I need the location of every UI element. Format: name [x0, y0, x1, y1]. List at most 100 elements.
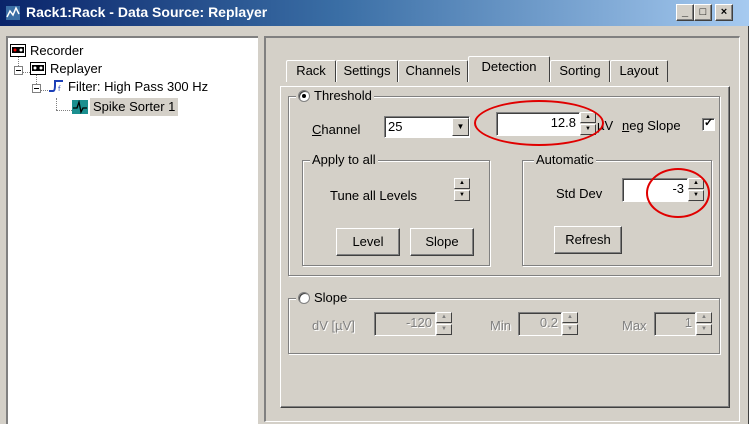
- collapse-icon[interactable]: [14, 66, 23, 75]
- dv-label: dV [µV]: [312, 318, 355, 333]
- spin-down-button[interactable]: ▼: [454, 190, 470, 201]
- tab-channels[interactable]: Channels: [398, 60, 468, 82]
- tune-all-levels-label: Tune all Levels: [330, 188, 417, 203]
- dv-input[interactable]: -120: [374, 312, 436, 336]
- min-label: Min: [490, 318, 511, 333]
- spin-down-button[interactable]: ▼: [436, 324, 452, 335]
- svg-text:f: f: [58, 85, 61, 93]
- neg-slope-checkbox[interactable]: ✓: [702, 117, 715, 131]
- tree-item-recorder[interactable]: Recorder: [8, 42, 248, 60]
- std-dev-value: -3: [672, 181, 684, 196]
- arrow-up-icon: ▲: [459, 180, 465, 186]
- dv-spinner[interactable]: ▲ ▼: [436, 312, 452, 336]
- arrow-down-icon: ▼: [701, 326, 707, 332]
- slope-button-label: Slope: [425, 234, 459, 249]
- tab-label: Rack: [296, 63, 326, 78]
- title-bar[interactable]: Rack1:Rack - Data Source: Replayer _ □ ×: [0, 0, 749, 26]
- arrow-up-icon: ▲: [701, 314, 707, 320]
- arrow-down-icon: ▼: [693, 192, 699, 198]
- refresh-button[interactable]: Refresh: [554, 226, 622, 254]
- spin-up-button[interactable]: ▲: [696, 312, 712, 323]
- spin-down-button[interactable]: ▼: [696, 324, 712, 335]
- dv-value: -120: [405, 315, 432, 330]
- tune-all-levels-spinner[interactable]: ▲ ▼: [454, 178, 470, 202]
- chevron-down-icon: ▼: [456, 122, 465, 131]
- tree-item-replayer[interactable]: Replayer: [8, 60, 248, 78]
- minimize-button[interactable]: _: [676, 4, 694, 21]
- channel-value: 25: [388, 119, 403, 134]
- std-dev-spinner[interactable]: ▲ ▼: [688, 178, 704, 202]
- tab-label: Channels: [405, 63, 461, 78]
- tree-item-filter[interactable]: f Filter: High Pass 300 Hz: [8, 78, 252, 96]
- spin-down-button[interactable]: ▼: [688, 190, 704, 201]
- threshold-title[interactable]: Threshold: [296, 88, 374, 103]
- spin-down-button[interactable]: ▼: [580, 124, 596, 135]
- spin-up-button[interactable]: ▲: [688, 178, 704, 189]
- arrow-up-icon: ▲: [693, 180, 699, 186]
- min-value: 0.2: [539, 315, 558, 330]
- tree-item-label: Replayer: [50, 61, 103, 76]
- tab-label: Sorting: [559, 63, 601, 78]
- channel-label-text: hannel: [321, 122, 361, 137]
- app-window: Rack1:Rack - Data Source: Replayer _ □ ×…: [0, 0, 749, 424]
- std-dev-label: Std Dev: [556, 186, 603, 201]
- app-icon: [6, 6, 20, 20]
- slope-button[interactable]: Slope: [410, 228, 474, 256]
- replayer-icon: [30, 62, 46, 75]
- level-button[interactable]: Level: [336, 228, 400, 256]
- maximize-button[interactable]: □: [694, 4, 712, 21]
- threshold-level-input[interactable]: 12.8: [496, 112, 580, 136]
- neg-slope-label: neg Slope: [622, 118, 681, 133]
- threshold-radio-label: Threshold: [314, 88, 372, 103]
- threshold-radio[interactable]: [298, 90, 310, 102]
- collapse-icon[interactable]: [32, 84, 41, 93]
- tab-rack[interactable]: Rack: [286, 60, 336, 82]
- slope-radio-label: Slope: [314, 290, 348, 305]
- tab-settings[interactable]: Settings: [336, 60, 398, 82]
- spike-sorter-icon: [72, 100, 88, 114]
- slope-title[interactable]: Slope: [296, 290, 350, 305]
- channel-dropdown-button[interactable]: ▼: [452, 118, 469, 136]
- tab-sorting[interactable]: Sorting: [550, 60, 610, 82]
- max-input[interactable]: 1: [654, 312, 696, 336]
- tree-item-label: Spike Sorter 1: [90, 98, 179, 116]
- minimize-icon: _: [681, 6, 689, 18]
- max-spinner[interactable]: ▲ ▼: [696, 312, 712, 336]
- tab-layout[interactable]: Layout: [610, 60, 668, 82]
- close-icon: ×: [720, 6, 728, 18]
- close-button[interactable]: ×: [715, 4, 733, 21]
- apply-to-all-title: Apply to all: [310, 152, 378, 167]
- arrow-up-icon: ▲: [567, 314, 573, 320]
- min-input[interactable]: 0.2: [518, 312, 562, 336]
- spin-down-button[interactable]: ▼: [562, 324, 578, 335]
- arrow-up-icon: ▲: [441, 314, 447, 320]
- spin-up-button[interactable]: ▲: [580, 112, 596, 123]
- arrow-down-icon: ▼: [441, 326, 447, 332]
- properties-pane: Rack Settings Channels Detection Sorting…: [264, 36, 740, 422]
- tree-item-spike-sorter[interactable]: Spike Sorter 1: [8, 98, 248, 116]
- arrow-down-icon: ▼: [585, 126, 591, 132]
- threshold-unit: µV: [597, 118, 614, 133]
- tab-label: Layout: [619, 63, 659, 78]
- threshold-level-spinner[interactable]: ▲ ▼: [580, 112, 596, 136]
- level-button-label: Level: [352, 234, 384, 249]
- std-dev-input[interactable]: -3: [622, 178, 688, 202]
- channel-label: Channel: [312, 122, 361, 137]
- tab-detection[interactable]: Detection: [468, 56, 550, 82]
- arrow-down-icon: ▼: [567, 326, 573, 332]
- maximize-icon: □: [699, 6, 707, 18]
- recorder-icon: [10, 44, 26, 57]
- filter-icon: f: [49, 80, 63, 93]
- automatic-title: Automatic: [534, 152, 596, 167]
- spin-up-button[interactable]: ▲: [562, 312, 578, 323]
- min-spinner[interactable]: ▲ ▼: [562, 312, 578, 336]
- tree-item-label: Recorder: [30, 43, 84, 58]
- threshold-level-value: 12.8: [550, 115, 576, 130]
- spin-up-button[interactable]: ▲: [436, 312, 452, 323]
- rack-tree[interactable]: Recorder Replayer f Filter: High Pass 30…: [6, 36, 258, 424]
- max-value: 1: [684, 315, 692, 330]
- spin-up-button[interactable]: ▲: [454, 178, 470, 189]
- tree-item-label: Filter: High Pass 300 Hz: [68, 79, 209, 94]
- slope-radio[interactable]: [298, 292, 310, 304]
- window-title: Rack1:Rack - Data Source: Replayer: [26, 4, 268, 20]
